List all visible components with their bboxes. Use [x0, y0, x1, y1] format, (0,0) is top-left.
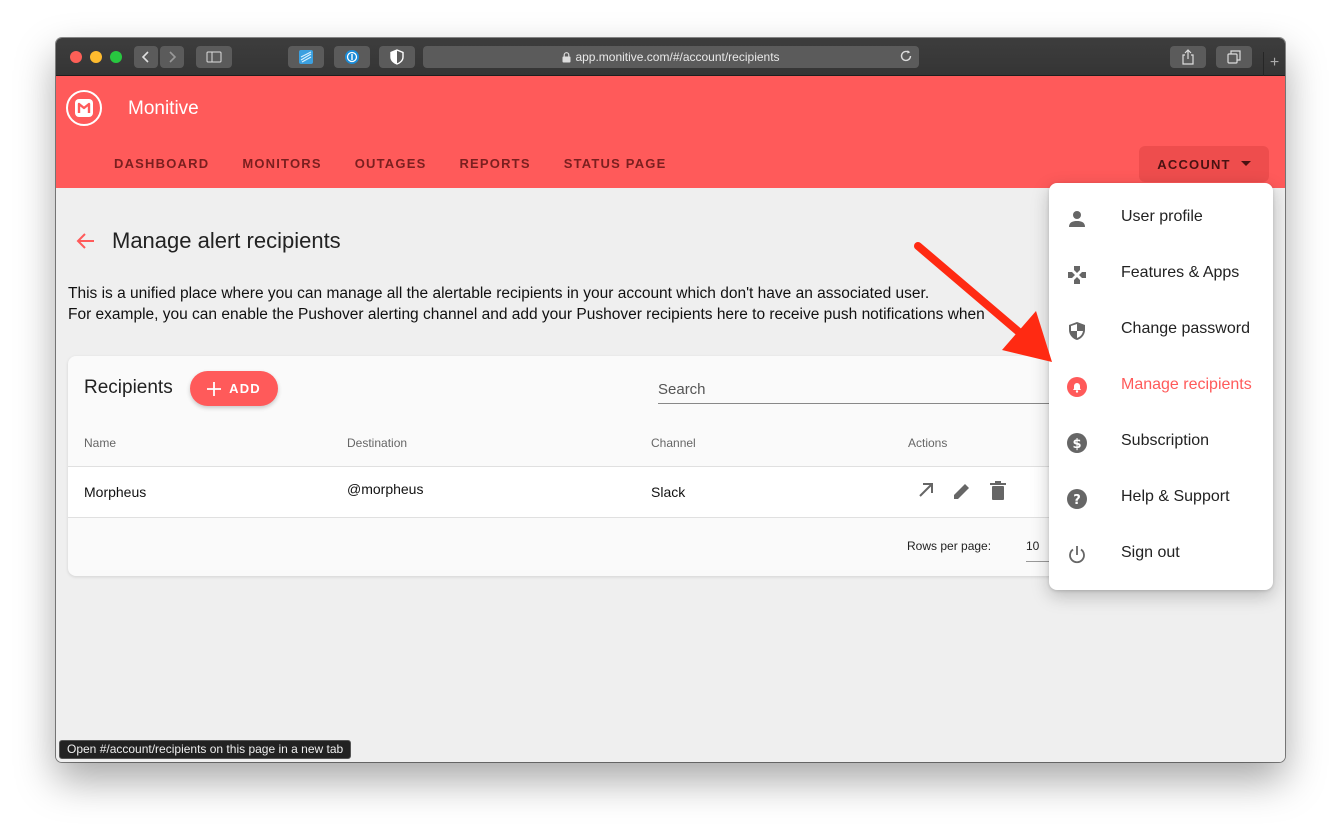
sidebar-icon	[206, 51, 222, 63]
monitive-logo[interactable]	[66, 90, 102, 126]
rows-per-page-select[interactable]: 10	[1026, 539, 1039, 553]
share-icon	[1182, 49, 1194, 65]
plus-icon	[207, 381, 222, 396]
menu-item-features-apps[interactable]: Features & Apps	[1049, 247, 1273, 303]
new-tab-button[interactable]: +	[1263, 52, 1285, 76]
tabs-overview-button[interactable]	[1216, 46, 1252, 68]
tabs-icon	[1227, 50, 1241, 64]
column-header-actions: Actions	[908, 436, 948, 450]
search-input[interactable]	[658, 376, 1078, 404]
menu-item-user-profile[interactable]: User profile	[1049, 191, 1273, 247]
bell-icon	[1067, 377, 1087, 397]
nav-status-page[interactable]: STATUS PAGE	[564, 156, 667, 171]
sidebar-toggle-button[interactable]	[196, 46, 232, 68]
caret-down-icon	[1240, 161, 1251, 166]
browser-window: app.monitive.com/#/account/recipients + …	[56, 38, 1285, 762]
add-label: ADD	[229, 381, 261, 396]
page-title: Manage alert recipients	[112, 228, 341, 253]
edit-icon[interactable]	[952, 481, 972, 501]
menu-item-label: Help & Support	[1121, 488, 1230, 505]
menu-item-subscription[interactable]: $ Subscription	[1049, 415, 1273, 471]
account-dropdown-menu: User profile Features & Apps Change pass…	[1049, 183, 1273, 590]
account-menu-button[interactable]: ACCOUNT	[1139, 146, 1269, 182]
close-window-button[interactable]	[70, 51, 82, 63]
add-recipient-button[interactable]: ADD	[190, 371, 278, 406]
back-arrow-icon[interactable]	[76, 232, 96, 250]
account-label: ACCOUNT	[1157, 156, 1231, 172]
cell-destination: @morpheus	[347, 481, 424, 497]
menu-item-sign-out[interactable]: Sign out	[1049, 527, 1273, 583]
open-link-icon[interactable]	[917, 481, 935, 499]
main-nav: DASHBOARD MONITORS OUTAGES REPORTS STATU…	[114, 156, 699, 171]
power-icon	[1069, 546, 1085, 564]
menu-item-label: Features & Apps	[1121, 264, 1240, 281]
nav-outages[interactable]: OUTAGES	[355, 156, 427, 171]
lock-icon	[562, 51, 571, 62]
browser-toolbar: app.monitive.com/#/account/recipients +	[56, 38, 1285, 76]
status-bar-tooltip: Open #/account/recipients on this page i…	[59, 740, 352, 759]
delete-icon[interactable]	[990, 481, 1006, 501]
column-header-destination[interactable]: Destination	[347, 436, 407, 450]
menu-item-change-password[interactable]: Change password	[1049, 303, 1273, 359]
description-line-1: This is a unified place where you can ma…	[68, 285, 930, 302]
address-url: app.monitive.com/#/account/recipients	[575, 50, 780, 64]
minimize-window-button[interactable]	[90, 51, 102, 63]
app-header: Monitive DASHBOARD MONITORS OUTAGES REPO…	[56, 76, 1285, 188]
menu-item-label: User profile	[1121, 208, 1203, 225]
chevron-left-icon	[141, 51, 149, 63]
password-manager-button[interactable]	[334, 46, 370, 68]
card-title: Recipients	[84, 377, 173, 398]
help-icon: ?	[1067, 489, 1087, 509]
logo-icon	[75, 99, 93, 117]
share-button[interactable]	[1170, 46, 1206, 68]
page-description: This is a unified place where you can ma…	[68, 283, 985, 325]
menu-item-manage-recipients[interactable]: Manage recipients	[1049, 359, 1273, 415]
shield-icon	[1069, 322, 1085, 340]
zoom-window-button[interactable]	[110, 51, 122, 63]
nav-dashboard[interactable]: DASHBOARD	[114, 156, 209, 171]
extension-stack-icon	[299, 50, 313, 64]
table-row[interactable]: Morpheus @morpheus Slack	[68, 467, 1078, 517]
chevron-right-icon	[169, 51, 177, 63]
extension-button-1[interactable]	[288, 46, 324, 68]
menu-item-label: Subscription	[1121, 432, 1210, 449]
address-bar[interactable]: app.monitive.com/#/account/recipients	[423, 46, 919, 68]
reload-icon[interactable]	[899, 49, 913, 63]
menu-item-help-support[interactable]: ? Help & Support	[1049, 471, 1273, 527]
description-line-2: For example, you can enable the Pushover…	[68, 306, 985, 323]
dollar-icon: $	[1067, 433, 1087, 453]
svg-text:?: ?	[1073, 493, 1081, 508]
gamepad-icon	[1068, 266, 1086, 284]
cell-channel: Slack	[651, 484, 686, 500]
menu-item-label: Manage recipients	[1121, 376, 1252, 393]
column-header-channel[interactable]: Channel	[651, 436, 696, 450]
svg-text:$: $	[1072, 437, 1081, 452]
divider	[68, 517, 1078, 518]
password-manager-icon	[345, 50, 359, 64]
back-button[interactable]	[134, 46, 158, 68]
menu-item-label: Sign out	[1121, 544, 1180, 561]
cell-name: Morpheus	[84, 484, 147, 500]
privacy-extension-button[interactable]	[379, 46, 415, 68]
menu-item-label: Change password	[1121, 320, 1250, 337]
person-icon	[1069, 211, 1085, 227]
nav-reports[interactable]: REPORTS	[459, 156, 530, 171]
forward-button[interactable]	[160, 46, 184, 68]
recipients-card: Recipients ADD Name Destination Channel …	[68, 356, 1078, 576]
nav-monitors[interactable]: MONITORS	[242, 156, 321, 171]
shield-half-icon	[390, 49, 404, 65]
app-title: Monitive	[128, 98, 199, 119]
column-header-name[interactable]: Name	[84, 436, 116, 450]
rows-per-page-label: Rows per page:	[907, 539, 992, 553]
